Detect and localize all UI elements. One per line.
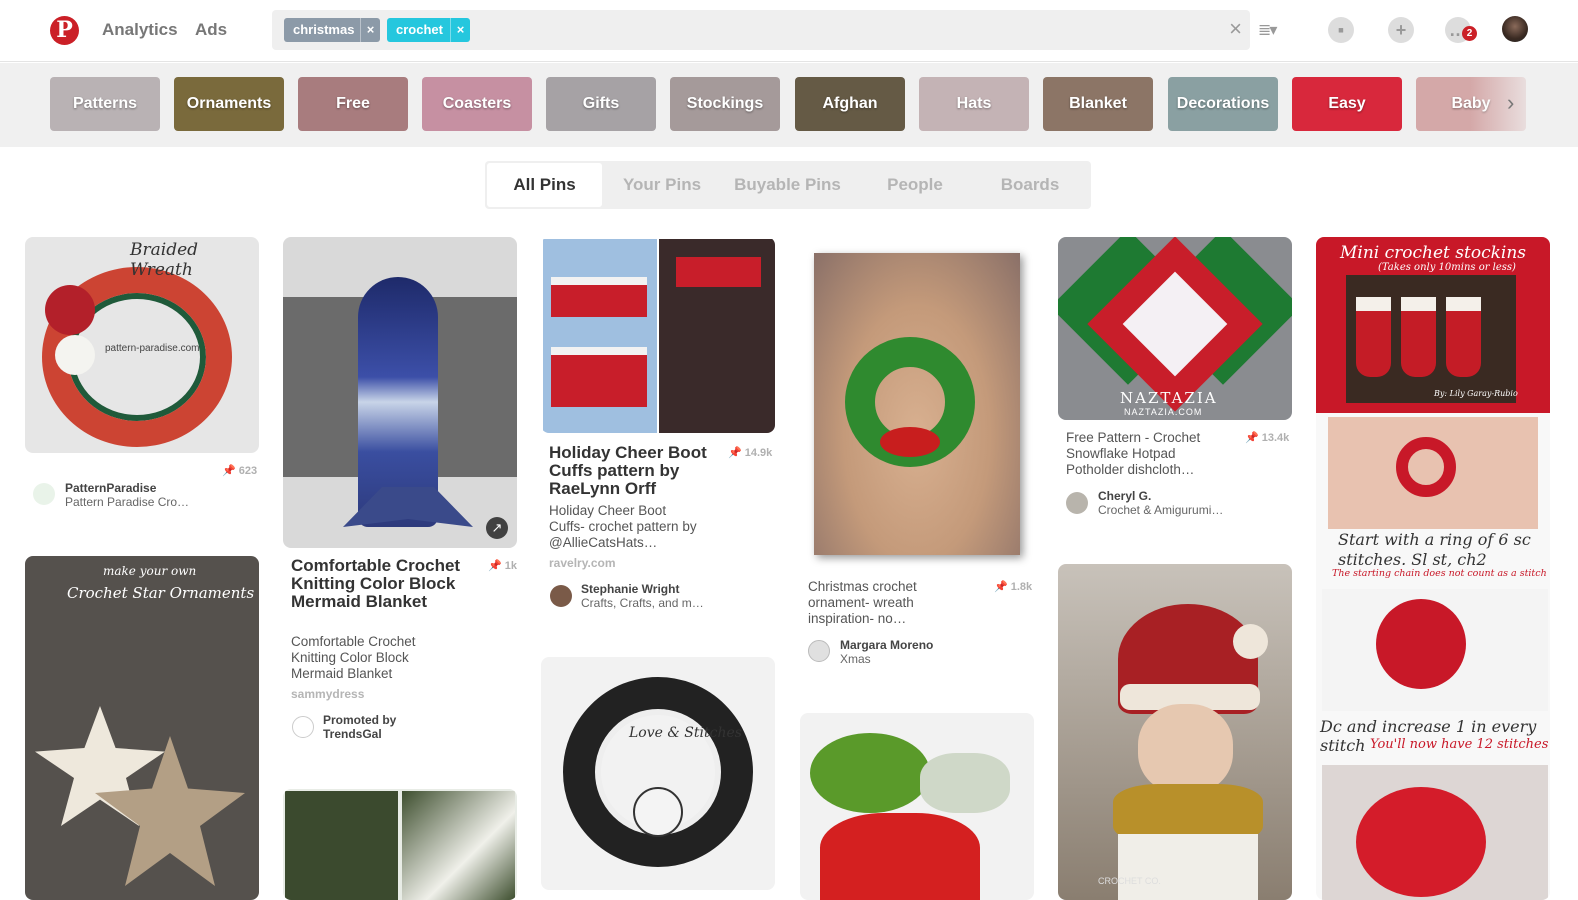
list-view-icon[interactable]: ≣▾: [1258, 20, 1277, 40]
guide-free[interactable]: Free: [298, 77, 408, 131]
pin-image-green-crochet[interactable]: [283, 789, 517, 900]
pin-description: Comfortable Crochet Knitting Color Block…: [291, 634, 416, 681]
pin-overlay-text: Crochet Star Ornaments: [67, 584, 255, 602]
pin-description[interactable]: Christmas crochet ornament- wreath inspi…: [808, 579, 958, 627]
chip-remove-icon[interactable]: ×: [360, 18, 380, 42]
pin-source[interactable]: ravelry.com: [549, 556, 616, 570]
pin-step-note: The starting chain does not count as a s…: [1332, 568, 1547, 579]
chevron-right-icon[interactable]: ›: [1507, 90, 1514, 116]
pin-overlay-text: NAZTAZIA.COM: [1124, 407, 1203, 417]
pin-board-name[interactable]: Crafts, Crafts, and m…: [581, 596, 704, 610]
pin-watermark: pattern-paradise.com: [105, 343, 200, 354]
pin-save-count: 📌 623: [222, 465, 258, 477]
guide-patterns[interactable]: Patterns: [50, 77, 160, 131]
clear-search-icon[interactable]: ×: [1229, 16, 1242, 42]
pin-credit: By: Lily Garay-Rubio: [1434, 389, 1518, 398]
pin-overlay-text: (Takes only 10mins or less): [1378, 262, 1516, 273]
guide-afghan[interactable]: Afghan: [795, 77, 905, 131]
tab-boards[interactable]: Boards: [980, 163, 1080, 207]
guide-gifts[interactable]: Gifts: [546, 77, 656, 131]
search-chip-christmas: christmas ×: [284, 18, 380, 42]
pin-board-name[interactable]: Pattern Paradise Cro…: [65, 495, 189, 509]
chip-label: crochet: [396, 22, 443, 37]
tab-buyable-pins[interactable]: Buyable Pins: [725, 163, 850, 207]
user-avatar[interactable]: [550, 585, 572, 607]
pin-image-braided-wreath[interactable]: Braided Wreath pattern-paradise.com: [25, 237, 259, 453]
pin-description[interactable]: Free Pattern - Crochet Snowflake Hotpad …: [1066, 430, 1216, 478]
notification-badge: 2: [1462, 26, 1477, 41]
guide-fade: [1470, 63, 1578, 147]
pin-image-boot-cuffs[interactable]: [541, 237, 775, 433]
pin-overlay-text: Love & Stitches: [629, 725, 742, 741]
guided-search-strip: Patterns Ornaments Free Coasters Gifts S…: [0, 63, 1578, 147]
guide-coasters[interactable]: Coasters: [422, 77, 532, 131]
pin-overlay-text: Braided Wreath: [130, 240, 199, 280]
bag-icon[interactable]: ▪: [1328, 17, 1354, 43]
user-avatar[interactable]: [808, 640, 830, 662]
pin-user-name[interactable]: Cheryl G.: [1098, 489, 1151, 503]
profile-avatar[interactable]: [1502, 16, 1528, 42]
pin-watermark: CROCHET CO.: [1098, 876, 1161, 886]
pin-image-jack-wreath[interactable]: Love & Stitches: [541, 657, 775, 890]
pin-title[interactable]: Holiday Cheer Boot Cuffs pattern by RaeL…: [549, 444, 719, 498]
pin-save-count: 📌 1.8k: [994, 581, 1033, 593]
search-bar[interactable]: christmas × crochet × ×: [272, 10, 1250, 50]
plus-icon[interactable]: +: [1388, 17, 1414, 43]
search-chip-crochet: crochet ×: [387, 18, 470, 42]
tab-all-pins[interactable]: All Pins: [487, 163, 602, 207]
guide-blanket[interactable]: Blanket: [1043, 77, 1153, 131]
pin-save-count: 📌 13.4k: [1245, 432, 1290, 444]
guide-hats[interactable]: Hats: [919, 77, 1029, 131]
tab-people[interactable]: People: [865, 163, 965, 207]
user-avatar[interactable]: [1066, 492, 1088, 514]
pin-user-name[interactable]: Margara Moreno: [840, 638, 933, 652]
pin-image-mermaid-blanket[interactable]: ↗: [283, 237, 517, 548]
top-header: P Analytics Ads christmas × crochet × × …: [0, 0, 1578, 62]
guide-decorations[interactable]: Decorations: [1168, 77, 1278, 131]
chip-remove-icon[interactable]: ×: [450, 18, 470, 42]
nav-ads[interactable]: Ads: [195, 20, 227, 40]
expand-icon[interactable]: ↗: [486, 517, 508, 539]
guide-easy[interactable]: Easy: [1292, 77, 1402, 131]
pin-image-snowflake-hotpad[interactable]: NAZTAZIA NAZTAZIA.COM: [1058, 237, 1292, 420]
user-avatar[interactable]: [292, 716, 314, 738]
pin-save-count: 📌 14.9k: [728, 447, 773, 459]
pin-image-elf-booties[interactable]: [800, 713, 1034, 900]
pin-step-text: Start with a ring of 6 sc stitches. Sl s…: [1338, 530, 1531, 569]
guide-ornaments[interactable]: Ornaments: [174, 77, 284, 131]
pin-user-name[interactable]: Stephanie Wright: [581, 582, 679, 596]
pin-overlay-text: make your own: [103, 564, 197, 578]
pin-title[interactable]: Comfortable Crochet Knitting Color Block…: [291, 557, 471, 611]
pin-step-note: You'll now have 12 stitches: [1370, 737, 1549, 752]
pin-image-girl-hat[interactable]: CROCHET CO.: [1058, 564, 1292, 900]
pin-user-name[interactable]: PatternParadise: [65, 481, 156, 495]
pin-board-name[interactable]: Xmas: [840, 652, 871, 666]
user-avatar[interactable]: [33, 483, 55, 505]
pin-source[interactable]: sammydress: [291, 687, 364, 701]
pin-overlay-text: NAZTAZIA: [1120, 389, 1218, 407]
pin-user-name[interactable]: TrendsGal: [323, 727, 382, 741]
guide-stockings[interactable]: Stockings: [670, 77, 780, 131]
pin-promoted-label: Promoted by: [323, 713, 397, 727]
pin-description: Holiday Cheer Boot Cuffs- crochet patter…: [549, 503, 697, 550]
pin-overlay-text: Mini crochet stockins: [1340, 243, 1527, 263]
pinterest-logo-icon[interactable]: P: [50, 16, 79, 45]
pin-image-star-ornaments[interactable]: make your own Crochet Star Ornaments: [25, 556, 259, 900]
nav-analytics[interactable]: Analytics: [102, 20, 178, 40]
filter-tabs: All Pins Your Pins Buyable Pins People B…: [485, 161, 1091, 209]
pin-image-mini-stockings[interactable]: Mini crochet stockins (Takes only 10mins…: [1316, 237, 1550, 900]
tab-your-pins[interactable]: Your Pins: [607, 163, 717, 207]
pin-board-name[interactable]: Crochet & Amigurumi…: [1098, 503, 1223, 517]
pin-save-count: 📌 1k: [488, 560, 517, 572]
pin-image-wreath-ornament[interactable]: [800, 237, 1034, 570]
chip-label: christmas: [293, 22, 355, 37]
